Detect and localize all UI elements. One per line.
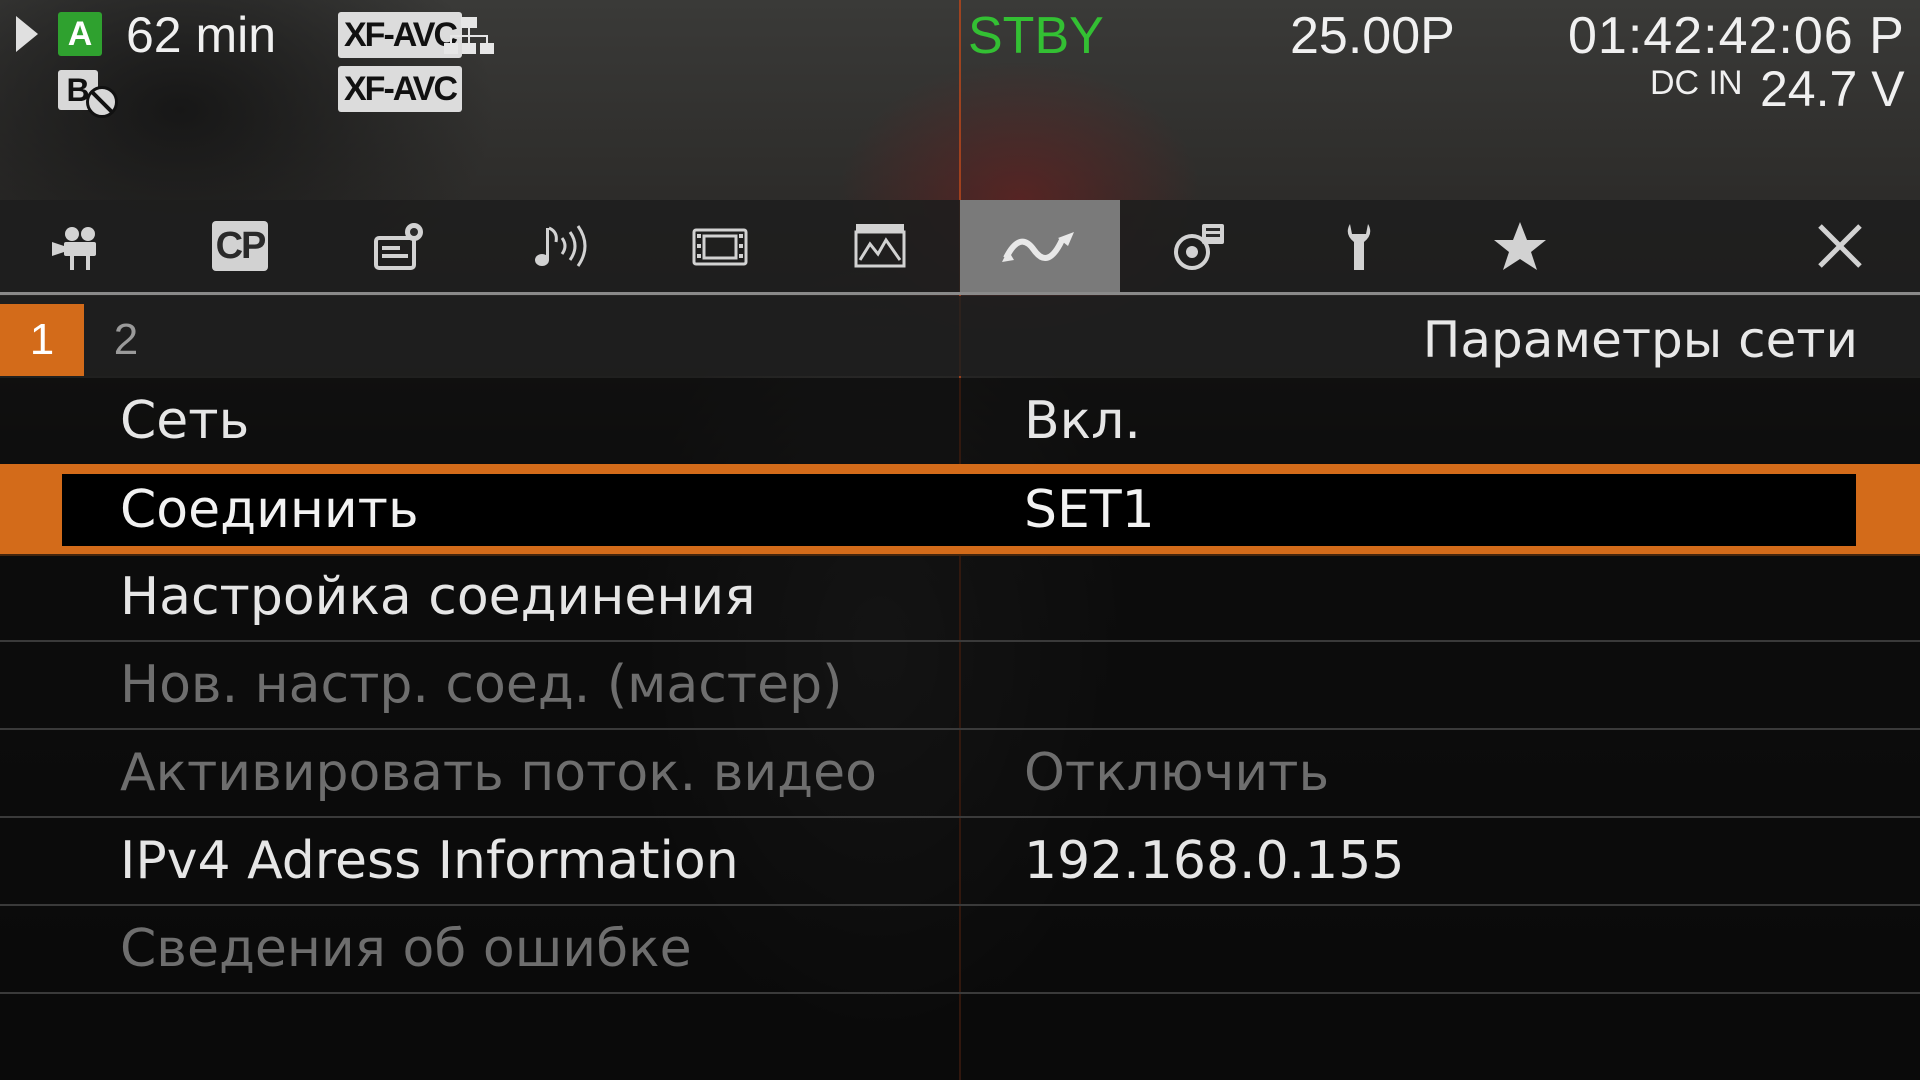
tab-my-menu[interactable]: [1440, 200, 1600, 292]
menu-item-label: Сеть: [120, 391, 250, 451]
menu-title: Параметры сети: [1422, 311, 1858, 369]
tab-recording-media[interactable]: [320, 200, 480, 292]
tab-other-functions[interactable]: [1120, 200, 1280, 292]
wrench-icon: [1347, 224, 1371, 270]
tab-system-setup[interactable]: [1280, 200, 1440, 292]
close-icon: [1818, 224, 1862, 268]
network-wave-icon: [1002, 232, 1074, 262]
menu-item-connection-settings[interactable]: Настройка соединения: [0, 554, 1920, 642]
menu-item-label: Соединить: [120, 480, 419, 540]
tab-monitoring[interactable]: [640, 200, 800, 292]
star-icon: [1494, 222, 1546, 270]
power-source: DC IN: [1650, 64, 1743, 102]
recording-setup-icon: [374, 223, 423, 270]
menu-item-new-connection-wizard: Нов. настр. соед. (мастер): [0, 642, 1920, 730]
menu-page-bar: 1 2 Параметры сети: [0, 296, 1920, 376]
menu-item-value: 192.168.0.155: [1024, 831, 1405, 891]
menu-item-network[interactable]: Сеть Вкл.: [0, 378, 1920, 466]
menu-item-ipv4-address[interactable]: IPv4 Adress Information 192.168.0.155: [0, 818, 1920, 906]
page-2-tab[interactable]: 2: [84, 304, 168, 376]
page-1-tab[interactable]: 1: [0, 304, 84, 376]
menu-item-label: Настройка соединения: [120, 567, 756, 627]
no-card-icon: [86, 86, 118, 118]
remaining-record-time: 62 min: [126, 7, 277, 63]
menu-item-label: Сведения об ошибке: [120, 919, 692, 979]
play-icon: [16, 16, 38, 52]
menu-item-value: Отключить: [1024, 743, 1330, 803]
menu-item-value: Вкл.: [1024, 391, 1141, 451]
menu-item-label: IPv4 Adress Information: [120, 831, 739, 891]
waveform-icon: [854, 224, 906, 268]
menu-empty-row: [0, 994, 1920, 1080]
movie-camera-icon: [52, 227, 96, 270]
menu-item-video-streaming: Активировать поток. видео Отключить: [0, 730, 1920, 818]
film-frame-icon: [692, 228, 748, 266]
voltage-readout: 24.7 V: [1760, 61, 1905, 117]
menu-item-label: Активировать поток. видео: [120, 743, 877, 803]
menu-item-connect[interactable]: Соединить SET1: [0, 464, 1920, 556]
record-state: STBY: [968, 7, 1104, 65]
menu-tab-bar: CP: [0, 200, 1920, 295]
recording-format-b: XF-AVC: [338, 66, 463, 112]
menu-item-error-details: Сведения об ошибке: [0, 906, 1920, 994]
timecode: 01:42:42:06 P: [1568, 7, 1905, 65]
frame-rate: 25.00P: [1290, 7, 1455, 65]
audio-icon: [535, 225, 587, 267]
recording-reel-icon: [1174, 224, 1224, 270]
menu-item-value: SET1: [1024, 480, 1155, 540]
close-menu-button[interactable]: [1760, 200, 1920, 292]
tab-custom-picture[interactable]: CP: [160, 200, 320, 292]
menu-item-label: Нов. настр. соед. (мастер): [120, 655, 843, 715]
card-slot-a-badge: A: [58, 12, 102, 56]
cp-icon: CP: [212, 221, 268, 271]
tab-camera-setup[interactable]: [0, 200, 160, 292]
network-connection-icon: [444, 17, 494, 54]
card-slot-b-indicator: B: [58, 66, 118, 118]
tab-audio[interactable]: [480, 200, 640, 292]
tab-assistance[interactable]: [800, 200, 960, 292]
tab-network[interactable]: [960, 200, 1120, 292]
